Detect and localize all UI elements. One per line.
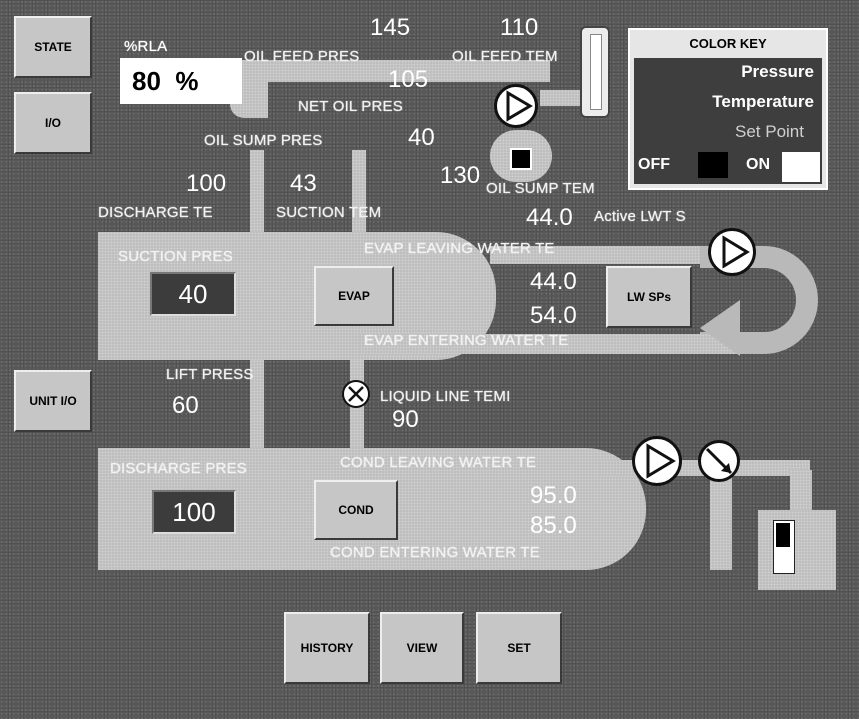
cond-leaving-label: COND LEAVING WATER TE	[340, 454, 537, 471]
io-button[interactable]: I/O	[14, 92, 92, 154]
color-key-on: ON	[746, 156, 770, 173]
suction-pres-value: 40	[150, 272, 236, 316]
cond-entering-value: 85.0	[530, 512, 577, 539]
compressor-suction-pipe	[352, 150, 366, 240]
expansion-valve-icon	[342, 380, 370, 408]
oil-sump-pres-label: OIL SUMP PRES	[204, 132, 323, 149]
color-key-title: COLOR KEY	[689, 36, 767, 51]
oil-sump-temp-label: OIL SUMP TEM	[486, 180, 595, 197]
active-lwt-label: Active LWT S	[594, 208, 686, 225]
active-lwt-value: 44.0	[526, 204, 573, 231]
discharge-pres-value: 100	[152, 490, 236, 534]
cooling-tower-level	[773, 520, 795, 574]
color-key-temperature: Temperature	[712, 92, 814, 111]
oil-feed-pres-label: OIL FEED PRES	[244, 48, 360, 65]
set-button[interactable]: SET	[476, 612, 562, 684]
discharge-temp-value: 100	[186, 170, 227, 197]
color-key-body: Pressure Temperature Set Point OFF ON	[634, 58, 822, 184]
lift-press-value: 60	[172, 392, 199, 419]
evap-pump-icon	[708, 228, 756, 276]
evap-flow-arrow	[700, 300, 740, 356]
color-key-set-point: Set Point	[735, 122, 804, 141]
cond-valve-icon	[698, 440, 740, 482]
chiller-status-screen: STATE I/O UNIT I/O %RLA 80 % 145 110 OIL…	[0, 0, 859, 719]
cond-water-loop-down	[710, 470, 732, 570]
cond-pump-icon	[632, 436, 682, 486]
oil-pump-status	[510, 148, 532, 170]
color-key-on-swatch	[782, 152, 820, 182]
unit-io-button[interactable]: UNIT I/O	[14, 370, 92, 432]
rla-value: 80 %	[120, 58, 242, 104]
evap-entering-value: 54.0	[530, 302, 577, 329]
oil-filter	[580, 26, 610, 118]
oil-line-feed-right	[540, 90, 580, 106]
view-button[interactable]: VIEW	[380, 612, 464, 684]
evap-button[interactable]: EVAP	[314, 266, 394, 326]
discharge-pres-label: DISCHARGE PRES	[110, 460, 247, 477]
cond-entering-label: COND ENTERING WATER TE	[330, 544, 540, 561]
net-oil-pres-value: 105	[388, 66, 429, 93]
oil-feed-pres-value: 145	[370, 14, 411, 41]
suction-temp-value: 43	[290, 170, 317, 197]
color-key-panel: COLOR KEY Pressure Temperature Set Point…	[628, 28, 828, 190]
evap-leaving-label: EVAP LEAVING WATER TE	[364, 240, 555, 257]
rla-label: %RLA	[124, 38, 168, 55]
compressor-discharge-pipe	[250, 150, 264, 240]
color-key-off: OFF	[638, 156, 670, 173]
oil-sump-pres-value: 40	[408, 124, 435, 151]
suction-temp-label: SUCTION TEM	[276, 204, 382, 221]
state-button[interactable]: STATE	[14, 16, 92, 78]
oil-feed-temp-value: 110	[500, 14, 539, 41]
evap-entering-label: EVAP ENTERING WATER TE	[364, 332, 569, 349]
lift-press-label: LIFT PRESS	[166, 366, 254, 383]
color-key-pressure: Pressure	[741, 62, 814, 81]
suction-pres-label: SUCTION PRES	[118, 248, 233, 265]
evap-leaving-value: 44.0	[530, 268, 577, 295]
discharge-temp-label: DISCHARGE TE	[98, 204, 213, 221]
cond-button[interactable]: COND	[314, 480, 398, 540]
lw-sps-button[interactable]: LW SPs	[606, 266, 692, 328]
liquid-line-value: 90	[392, 406, 419, 433]
cond-leaving-value: 95.0	[530, 482, 577, 509]
liquid-line-label: LIQUID LINE TEMI	[380, 388, 511, 405]
history-button[interactable]: HISTORY	[284, 612, 370, 684]
color-key-off-swatch	[698, 152, 728, 178]
oil-sump-temp-value: 130	[440, 162, 481, 189]
oil-feed-temp-label: OIL FEED TEM	[452, 48, 558, 65]
oil-pump-icon	[494, 84, 538, 128]
net-oil-pres-label: NET OIL PRES	[298, 98, 403, 115]
